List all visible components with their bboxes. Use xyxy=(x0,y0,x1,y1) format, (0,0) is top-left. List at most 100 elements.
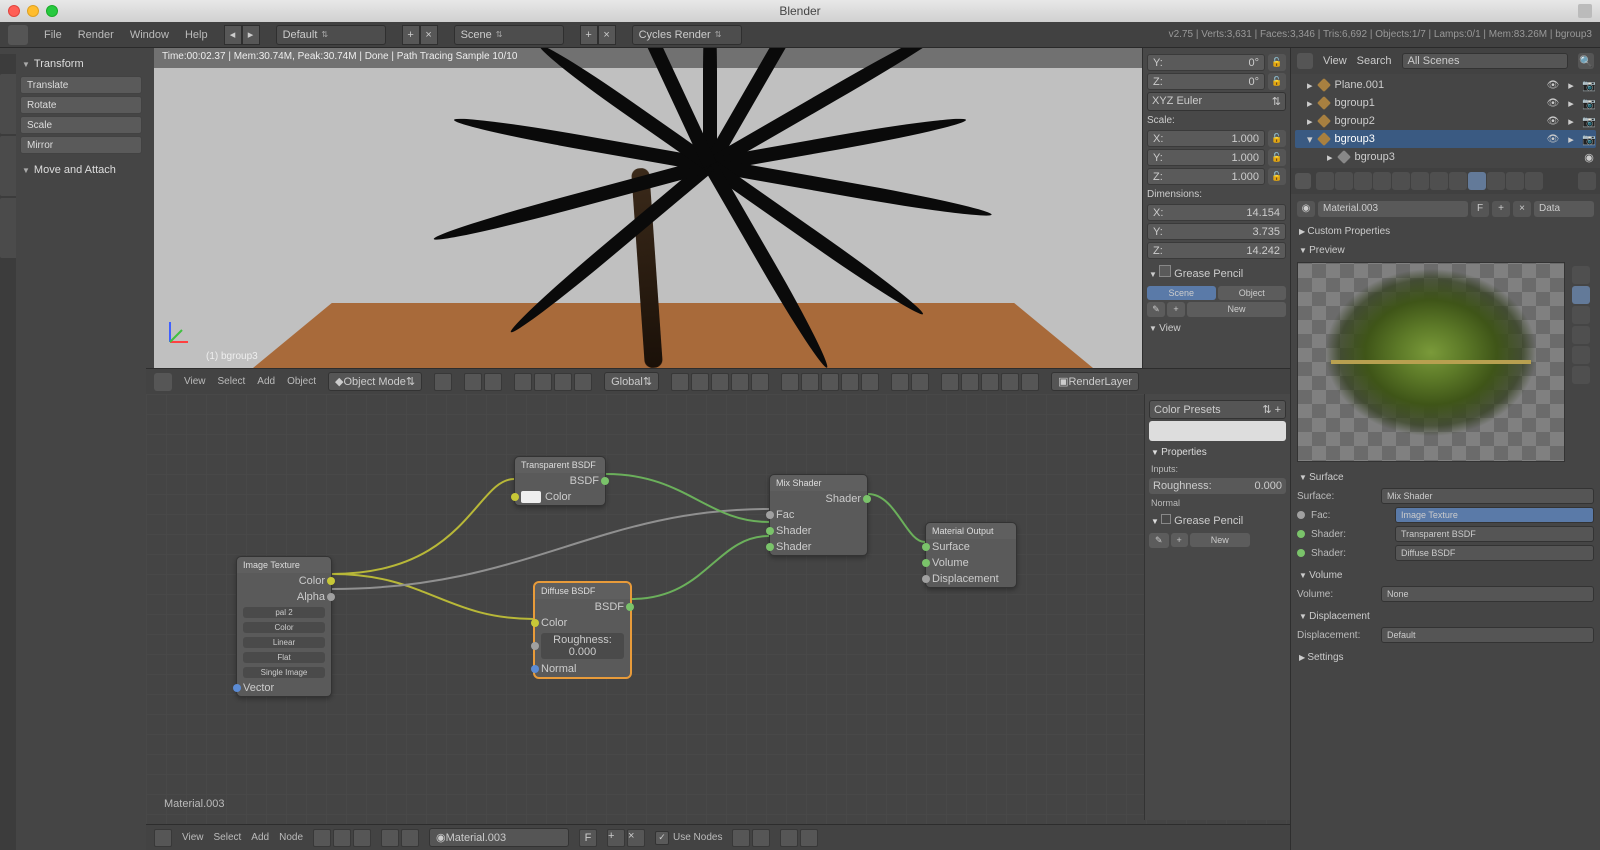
outliner-row[interactable]: ▸Plane.001👁▸📷 xyxy=(1295,76,1596,94)
render-engine-dropdown[interactable]: Cycles Render⇅ xyxy=(632,25,742,45)
data-tab-icon[interactable] xyxy=(1449,172,1467,190)
link-dropdown[interactable]: Data xyxy=(1534,201,1594,217)
particles-tab-icon[interactable] xyxy=(1506,172,1524,190)
layer-button[interactable] xyxy=(781,373,799,391)
node-mix-shader[interactable]: Mix Shader Shader Fac Shader Shader xyxy=(769,474,868,556)
socket-icon[interactable] xyxy=(327,593,335,601)
del-layout-icon[interactable]: × xyxy=(420,25,438,45)
layer-button[interactable] xyxy=(691,373,709,391)
socket-icon[interactable] xyxy=(766,527,774,535)
gp-header[interactable]: Grease Pencil xyxy=(1149,510,1286,531)
socket-icon[interactable] xyxy=(922,559,930,567)
visibility-icon[interactable]: 👁 xyxy=(1546,116,1560,127)
fwd-layout-icon[interactable]: ▸ xyxy=(242,25,260,45)
blender-logo-icon[interactable] xyxy=(8,25,28,45)
volume-dropdown[interactable]: None xyxy=(1381,586,1594,602)
preview-hair-icon[interactable] xyxy=(1572,346,1590,364)
gp-new-button[interactable]: New xyxy=(1187,302,1286,317)
gp-scene-button[interactable]: Scene xyxy=(1147,286,1216,300)
render-icon[interactable] xyxy=(1021,373,1039,391)
layer-button[interactable] xyxy=(711,373,729,391)
del-scene-icon[interactable]: × xyxy=(598,25,616,45)
toolshelf-tab[interactable] xyxy=(0,74,16,134)
outliner-filter-dropdown[interactable]: All Scenes xyxy=(1402,53,1568,69)
manipulator-icon[interactable] xyxy=(514,373,532,391)
shader-type-icon[interactable] xyxy=(313,829,331,847)
projection-dropdown[interactable]: Flat xyxy=(243,652,325,663)
select-icon[interactable]: ▸ xyxy=(1564,79,1578,92)
manipulator-icon[interactable] xyxy=(534,373,552,391)
renderlayer-dropdown[interactable]: ▣ RenderLayer xyxy=(1051,372,1139,391)
ne-menu-add[interactable]: Add xyxy=(251,832,269,843)
material-icon[interactable]: ◉ xyxy=(1582,151,1596,164)
material-dropdown[interactable]: ◉ Material.003 xyxy=(429,828,569,847)
socket-icon[interactable] xyxy=(766,511,774,519)
lock-icon[interactable]: 🔓 xyxy=(1268,130,1286,147)
editor-type-icon[interactable] xyxy=(154,829,172,847)
dim-z-field[interactable]: Z:14.242 xyxy=(1147,242,1286,259)
socket-icon[interactable] xyxy=(531,665,539,673)
nodetree-type-icon[interactable] xyxy=(381,829,399,847)
mirror-button[interactable]: Mirror xyxy=(20,136,142,154)
rot-z-field[interactable]: Z:0° xyxy=(1147,73,1265,90)
render-icon[interactable] xyxy=(961,373,979,391)
render-tab-icon[interactable] xyxy=(1316,172,1334,190)
del-material-icon[interactable]: × xyxy=(1513,201,1531,217)
menu-render[interactable]: Render xyxy=(78,29,114,41)
copy-icon[interactable] xyxy=(752,829,770,847)
visibility-icon[interactable]: 👁 xyxy=(1546,98,1560,109)
socket-icon[interactable] xyxy=(922,575,930,583)
fake-user-button[interactable]: F xyxy=(579,829,597,847)
fake-user-button[interactable]: F xyxy=(1471,201,1489,217)
pivot-icon[interactable] xyxy=(464,373,482,391)
add-scene-icon[interactable]: + xyxy=(580,25,598,45)
shader-type-icon[interactable] xyxy=(333,829,351,847)
surface-dropdown[interactable]: Mix Shader xyxy=(1381,488,1594,504)
use-nodes-checkbox[interactable]: ✓Use Nodes xyxy=(655,831,722,845)
manipulator-icon[interactable] xyxy=(554,373,572,391)
select-icon[interactable]: ▸ xyxy=(1564,115,1578,128)
node-material-output[interactable]: Material Output Surface Volume Displacem… xyxy=(925,522,1017,588)
volume-header[interactable]: Volume xyxy=(1297,564,1594,583)
ne-menu-node[interactable]: Node xyxy=(279,832,303,843)
displacement-dropdown[interactable]: Default xyxy=(1381,627,1594,643)
panel-moveattach-header[interactable]: Move and Attach xyxy=(20,160,142,180)
view-panel-header[interactable]: View xyxy=(1147,319,1286,338)
menu-window[interactable]: Window xyxy=(130,29,169,41)
outliner-menu-search[interactable]: Search xyxy=(1357,55,1392,67)
renderlayers-tab-icon[interactable] xyxy=(1335,172,1353,190)
panel-transform-header[interactable]: Transform xyxy=(20,54,142,74)
shader2-dropdown[interactable]: Diffuse BSDF xyxy=(1395,545,1594,561)
vp-menu-add[interactable]: Add xyxy=(257,376,275,387)
toolshelf-tab[interactable] xyxy=(0,198,16,258)
ne-menu-view[interactable]: View xyxy=(182,832,204,843)
interpolation-dropdown[interactable]: Linear xyxy=(243,637,325,648)
snap-icon[interactable] xyxy=(800,829,818,847)
scene-tab-icon[interactable] xyxy=(1354,172,1372,190)
grease-pencil-header[interactable]: Grease Pencil xyxy=(1147,261,1286,284)
socket-icon[interactable] xyxy=(766,543,774,551)
gp-pencil-icon[interactable]: ✎ xyxy=(1149,533,1169,548)
del-mat-icon[interactable]: × xyxy=(627,829,645,847)
lock-icon[interactable]: 🔓 xyxy=(1268,54,1286,71)
dim-x-field[interactable]: X:14.154 xyxy=(1147,204,1286,221)
socket-icon[interactable] xyxy=(601,477,609,485)
pin-icon[interactable] xyxy=(732,829,750,847)
socket-icon[interactable] xyxy=(922,543,930,551)
select-icon[interactable]: ▸ xyxy=(1564,97,1578,110)
gp-pencil-icon[interactable]: ✎ xyxy=(1147,302,1165,317)
vp-menu-object[interactable]: Object xyxy=(287,376,316,387)
back-layout-icon[interactable]: ◂ xyxy=(224,25,242,45)
layer-button[interactable] xyxy=(861,373,879,391)
layer-button[interactable] xyxy=(731,373,749,391)
search-icon[interactable]: 🔍 xyxy=(1578,53,1594,69)
modifiers-tab-icon[interactable] xyxy=(1430,172,1448,190)
preview-header[interactable]: Preview xyxy=(1297,239,1594,258)
scale-button[interactable]: Scale xyxy=(20,116,142,134)
lock-icon[interactable]: 🔓 xyxy=(1268,73,1286,90)
layer-button[interactable] xyxy=(751,373,769,391)
rotate-button[interactable]: Rotate xyxy=(20,96,142,114)
pin-icon[interactable] xyxy=(1578,172,1596,190)
node-diffuse-bsdf[interactable]: Diffuse BSDF BSDF Color Roughness: 0.000… xyxy=(534,582,631,678)
shader-type-icon[interactable] xyxy=(353,829,371,847)
